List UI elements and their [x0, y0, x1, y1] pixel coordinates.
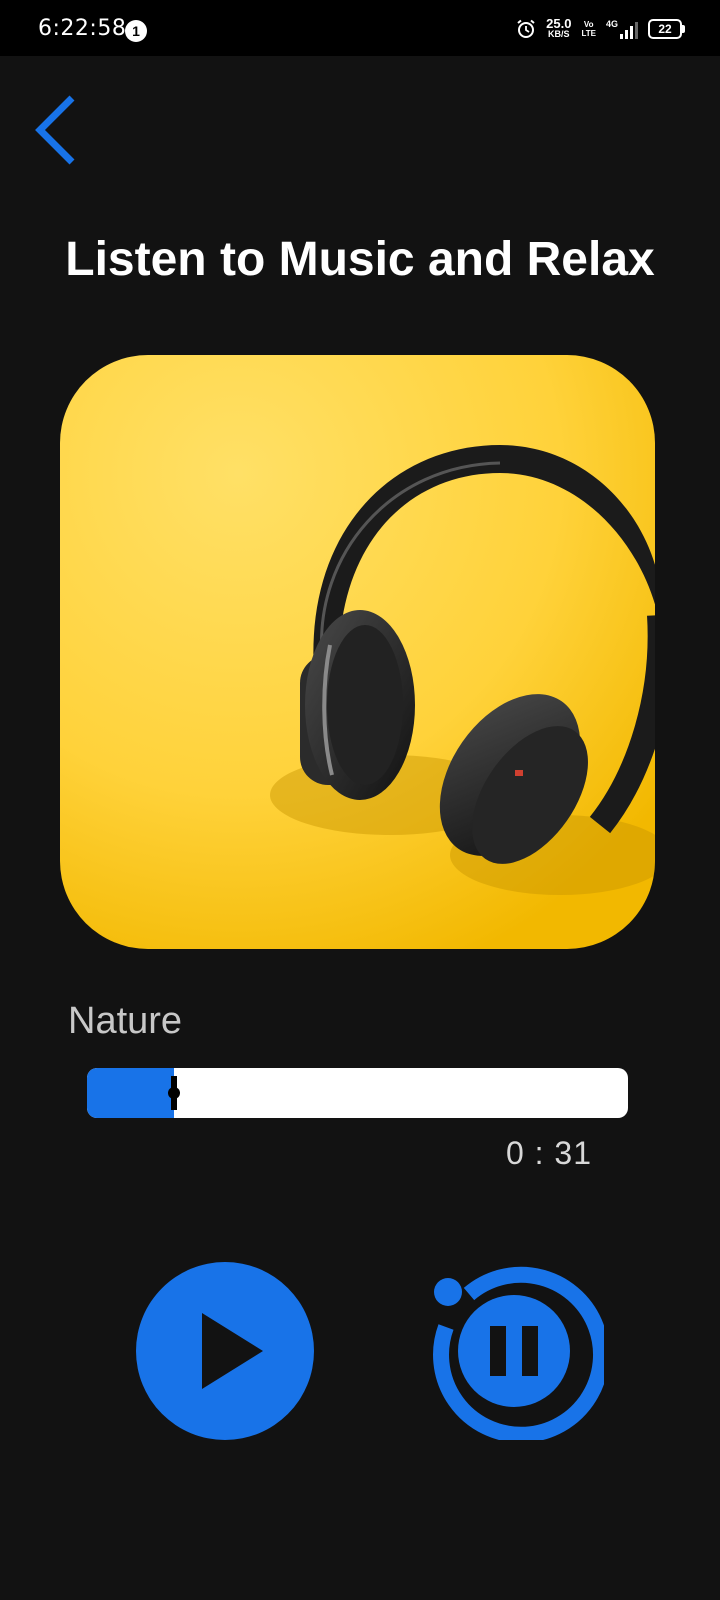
headphones-artwork — [60, 355, 655, 949]
album-cover-image — [60, 355, 655, 949]
battery-icon: 22 — [648, 19, 685, 39]
page-title: Listen to Music and Relax — [65, 233, 655, 286]
elapsed-time: 0 : 31 — [505, 1135, 592, 1171]
alarm-clock-icon — [517, 19, 535, 38]
signal-icon: 4G — [606, 19, 638, 39]
play-button[interactable] — [136, 1262, 314, 1440]
status-bar: 6:22:58 1 25.0 KB/S Vo LTE 4G 22 — [0, 0, 720, 56]
volte-indicator: Vo LTE — [581, 20, 596, 38]
battery-level: 22 — [658, 22, 672, 36]
volte-bottom: LTE — [581, 29, 596, 38]
status-time: 6:22:58 — [38, 16, 127, 41]
seek-bar[interactable] — [87, 1068, 628, 1118]
chevron-left-icon — [35, 95, 75, 165]
network-speed-unit: KB/S — [548, 29, 570, 39]
seek-bar-progress — [87, 1068, 174, 1118]
back-button[interactable] — [28, 92, 88, 172]
volte-top: Vo — [583, 20, 594, 29]
pause-button[interactable] — [424, 1262, 604, 1440]
track-name: Nature — [68, 1000, 183, 1042]
status-icons: 25.0 KB/S Vo LTE 4G 22 — [516, 14, 685, 44]
network-type: 4G — [605, 19, 618, 29]
network-speed-value: 25.0 — [546, 16, 572, 31]
notification-badge: 1 — [125, 20, 147, 42]
seek-thumb[interactable] — [167, 1076, 180, 1110]
network-speed: 25.0 KB/S — [546, 16, 572, 40]
